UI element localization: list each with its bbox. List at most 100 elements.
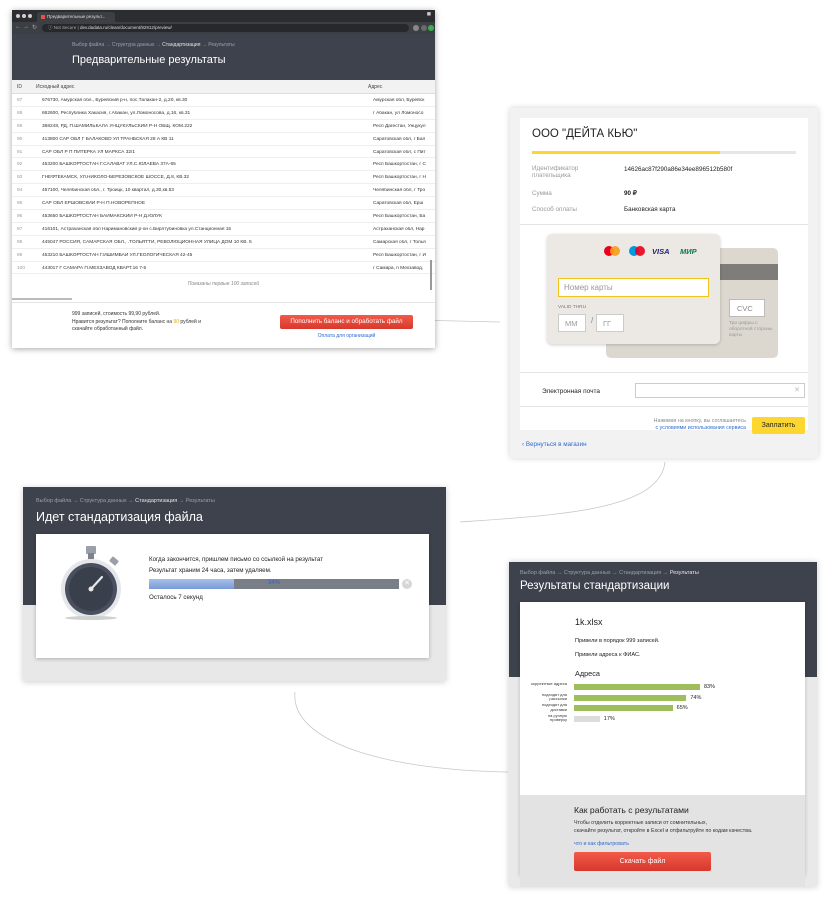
bar-label: подходят для доставки — [541, 702, 567, 712]
reload-icon[interactable]: ↻ — [32, 24, 37, 31]
section-title: Адреса — [575, 669, 600, 678]
browser-titlebar: Предварительные результ... ■ — [12, 10, 435, 22]
clear-icon[interactable]: ✕ — [794, 386, 800, 394]
window-minimize-dot[interactable] — [22, 14, 26, 18]
horizontal-scrollbar[interactable] — [12, 298, 72, 300]
stopwatch-icon — [61, 546, 121, 620]
expiry-month-input[interactable]: ММ — [558, 314, 586, 332]
table-row[interactable]: 94 457100, Челябинская обл., г. Троицк, 1… — [12, 184, 435, 198]
breadcrumb-item[interactable]: Структура данных — [80, 498, 127, 504]
cancel-icon[interactable]: ✕ — [402, 579, 412, 589]
pay-button[interactable]: Заплатить — [752, 417, 805, 434]
url-field[interactable]: ⓘ Not Secure | dev.dadata.ru/clean/docum… — [42, 24, 409, 32]
browser-tab[interactable]: Предварительные результ... — [37, 12, 115, 22]
table-row[interactable]: 97 416101, Астраханская обл Наримановский… — [12, 223, 435, 236]
table-row[interactable]: 100 443017 Г САМАРА П.МЕХЗАВОД КВАРТ.16 7… — [12, 262, 435, 275]
summary-text: 999 записей, стоимость 99,90 рублей. Нра… — [72, 311, 201, 334]
cell-source-address: САР ОБЛ Р П ПИТЕРКА УЛ МАРКСА 32/1 — [42, 149, 136, 155]
breadcrumb-item[interactable]: Структура данных — [564, 570, 611, 576]
stripe-yellow — [532, 151, 628, 154]
divider — [520, 224, 808, 225]
bar-label: на ручную проверку — [547, 712, 567, 722]
top-up-and-process-button[interactable]: Пополнить баланс и обработать файл — [280, 315, 413, 329]
table-row[interactable]: 95 САР ОБЛ ЕРШОВСКИЙ Р-Н П.НОВОРЕПНОЕ Сара… — [12, 197, 435, 211]
back-to-shop-link[interactable]: ‹ Вернуться в магазин — [522, 441, 587, 448]
column-id: ID — [17, 84, 22, 90]
breadcrumb-item[interactable]: Стандартизация — [619, 570, 661, 576]
bar-label: корректные адреса — [531, 681, 567, 686]
filter-help-link[interactable]: что и как фильтровать — [574, 841, 629, 847]
extension-green-icon[interactable] — [428, 25, 434, 31]
preview-footer: 999 записей, стоимость 99,90 рублей. Нра… — [12, 302, 435, 348]
forward-arrow-icon[interactable]: → — [23, 24, 29, 30]
profile-icon[interactable]: ■ — [427, 11, 431, 18]
vertical-scrollbar[interactable] — [430, 260, 432, 290]
table-row[interactable]: 91 САР ОБЛ Р П ПИТЕРКА УЛ МАРКСА 32/1 Сара… — [12, 146, 435, 159]
cell-source-address: САР ОБЛ ЕРШОВСКИЙ Р-Н П.НОВОРЕПНОЕ — [42, 201, 146, 207]
cell-address: Амурская обл, Бурейск — [373, 98, 425, 103]
cell-id: 88 — [17, 110, 23, 116]
bar-value: 17% — [603, 715, 615, 722]
cell-address: Челябинская обл, г Тро — [373, 188, 426, 194]
cell-source-address: ГНЕФТЕКАМСК, УЛ.НИКОЛО-БЕРЕЗОВСКОЕ ШОССЕ… — [42, 175, 190, 181]
table-row[interactable]: 92 453200 БАШКОРТОСТАН Г.САЛАВАТ УЛ.С.ЮЛА… — [12, 158, 435, 172]
breadcrumb: Выбор файла → Структура данных → Стандар… — [36, 498, 215, 504]
table-row[interactable]: 87 676730, Амурская обл., Бурейский р-н, … — [12, 94, 435, 107]
maestro-icon — [629, 246, 645, 256]
divider — [520, 372, 808, 373]
cell-id: 87 — [17, 98, 23, 103]
terms-link[interactable]: с условиями использования сервиса — [624, 425, 746, 432]
breadcrumb-item[interactable]: Выбор файла — [520, 570, 555, 576]
table-row[interactable]: 98 445047 РОССИЯ, САМАРСКАЯ ОБЛ., .ТОЛЬЯТ… — [12, 236, 435, 249]
cell-address: Респ Башкортостан, Ба — [373, 214, 426, 220]
breadcrumb-item-current: Стандартизация — [162, 42, 201, 48]
cell-id: 94 — [17, 188, 23, 194]
organization-payment-link[interactable]: Оплата для организаций — [280, 333, 413, 339]
download-file-button[interactable]: Скачать файл — [574, 852, 711, 871]
table-row[interactable]: 99 453210 БАШКОРТОСТАН Г.ИШИМБАЙ УЛ.ГЕОЛО… — [12, 249, 435, 262]
breadcrumb: Выбор файла → Структура данных → Стандар… — [72, 42, 235, 48]
valid-thru-label: VALID THRU — [558, 305, 587, 310]
bar-value: 65% — [676, 705, 688, 711]
url-text: dev.dadata.ru/clean/document/82912/previ… — [79, 25, 172, 30]
sum-label: Сумма — [532, 190, 552, 197]
page-title: Предварительные результаты — [72, 54, 226, 66]
table-row[interactable]: 96 453650 БАШКОРТОСТАН БАЙМАКСКИЙ Р-Н Д.Ю… — [12, 210, 435, 223]
table-row[interactable]: 89 368248, РД, П.ШАМИЛЬКАЛА УНЦУКУЛЬСКИЙ … — [12, 120, 435, 133]
table-row[interactable]: 88 662600, Республика Хакасия, г.Абакан, … — [12, 107, 435, 120]
how-to-section: Как работать с результатами Чтобы отдели… — [520, 795, 805, 887]
expiry-year-input[interactable]: ГГ — [596, 314, 624, 332]
payment-panel: ООО "ДЕЙТА КЬЮ" Идентификатор плательщик… — [510, 108, 818, 458]
window-zoom-dot[interactable] — [28, 14, 32, 18]
breadcrumb: Выбор файла → Структура данных → Стандар… — [520, 570, 699, 576]
payment-form: ООО "ДЕЙТА КЬЮ" Идентификатор плательщик… — [520, 118, 808, 434]
cvc-hint: Три цифры с оборотной стороны карты — [729, 321, 773, 338]
favicon-icon — [41, 14, 45, 19]
cvc-input[interactable]: CVC — [729, 299, 765, 317]
card-number-input[interactable]: Номер карты — [558, 278, 709, 297]
breadcrumb-item[interactable]: Структура данных — [112, 42, 154, 48]
table-row[interactable]: 90 413800 САР ОБЛ Г БАЛАКОВО УЛ ТРАНБСКАЯ… — [12, 133, 435, 146]
bookmark-star-icon[interactable] — [413, 25, 419, 31]
breadcrumb-item[interactable]: Выбор файла — [72, 42, 104, 48]
results-panel: Выбор файла → Структура данных → Стандар… — [509, 562, 817, 887]
table-row[interactable]: 93 ГНЕФТЕКАМСК, УЛ.НИКОЛО-БЕРЕЗОВСКОЕ ШОС… — [12, 171, 435, 185]
cell-source-address: 416101, Астраханская обл Наримановский р… — [42, 226, 232, 232]
email-label: Электронная почта — [542, 388, 601, 395]
cell-id: 95 — [17, 201, 23, 207]
window-close-dot[interactable] — [16, 14, 20, 18]
extension-icon[interactable] — [421, 25, 427, 31]
progress-message-line-2: Результат храним 24 часа, затем удаляем. — [149, 567, 272, 574]
breadcrumb-item[interactable]: Выбор файла — [36, 498, 71, 504]
summary-line-1: 999 записей, стоимость 99,90 рублей. — [72, 311, 161, 317]
email-input[interactable]: ✕ — [635, 383, 805, 398]
quality-bar — [574, 694, 687, 701]
cell-address: г Абакан, ул Ломоносо — [373, 110, 424, 116]
how-to-text-line-2: скачайте результат, откройте в Excel и о… — [574, 827, 753, 834]
back-arrow-icon[interactable]: ← — [15, 24, 21, 30]
breadcrumb-item-current: Стандартизация — [135, 498, 178, 504]
bar-value: 83% — [704, 684, 716, 690]
cell-address: Саратовская обл, г Бал — [373, 136, 426, 142]
cell-id: 97 — [17, 226, 23, 232]
how-to-text: Чтобы отделить корректные записи от сомн… — [574, 820, 752, 835]
